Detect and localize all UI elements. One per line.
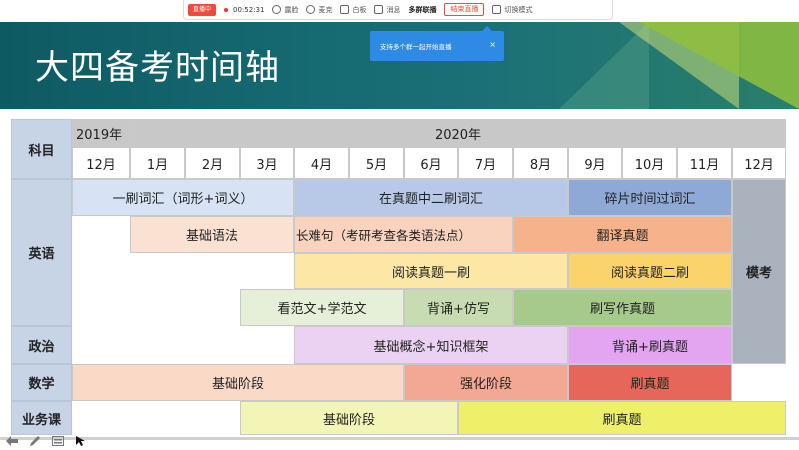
block-essay-model: 看范文+学范文: [240, 289, 404, 326]
live-toolbar: 直播中 00:52:31 露脸 麦克 白板 消息 多群联播 结束直播 切换模式: [183, 0, 613, 20]
block-vocab-first: 一刷词汇（词形+词义）: [72, 179, 294, 216]
subject-header: 科目: [11, 119, 72, 179]
block-math-basic: 基础阶段: [72, 364, 404, 401]
block-major-basic: 基础阶段: [240, 401, 458, 435]
month-header: 4月: [294, 147, 349, 179]
messages-button[interactable]: 消息: [374, 5, 400, 15]
slide-title: 大四备考时间轴: [35, 48, 280, 88]
month-header: 11月: [677, 147, 732, 179]
subject-politics: 政治: [11, 326, 72, 364]
block-recite-imitate: 背诵+仿写: [404, 289, 513, 326]
block-reading-second: 阅读真题二刷: [568, 253, 732, 289]
pen-tool-button[interactable]: [27, 435, 43, 447]
block-math-real: 刷真题: [568, 364, 732, 401]
slide-controls: [0, 432, 799, 450]
switch-mode-button[interactable]: 切换模式: [492, 5, 532, 15]
mouse-cursor-icon: [76, 436, 85, 446]
previous-slide-button[interactable]: [4, 435, 20, 447]
message-icon: [374, 5, 384, 14]
tooltip-text: 支持多个群一起开始直播: [380, 43, 452, 51]
month-header: 10月: [622, 147, 677, 179]
face-icon: [272, 5, 282, 14]
microphone-icon: [306, 5, 316, 14]
mouse-pointer-button[interactable]: [73, 435, 89, 447]
month-header: 2月: [185, 147, 240, 179]
camera-label: 露脸: [284, 5, 299, 14]
month-header: 1月: [130, 147, 185, 179]
whiteboard-button[interactable]: 白板: [340, 5, 366, 15]
slides-menu-button[interactable]: [50, 435, 66, 447]
month-header: 12月: [732, 147, 786, 179]
month-header: 8月: [513, 147, 568, 179]
month-header: 9月: [568, 147, 622, 179]
microphone-label: 麦克: [318, 5, 333, 14]
messages-label: 消息: [386, 5, 401, 14]
block-major-real: 刷真题: [458, 401, 786, 435]
month-header: 3月: [240, 147, 294, 179]
year-2019: 2019年: [72, 119, 130, 147]
subject-major: 业务课: [11, 401, 72, 435]
tooltip-close-icon[interactable]: ×: [489, 40, 496, 49]
camera-button[interactable]: 露脸: [272, 5, 298, 15]
month-header: 5月: [349, 147, 404, 179]
block-politics-basic: 基础概念+知识框架: [294, 326, 568, 364]
block-essay-real: 刷写作真题: [513, 289, 732, 326]
end-live-button[interactable]: 结束直播: [444, 3, 485, 16]
recording-dot-icon: [224, 7, 229, 12]
block-politics-recite: 背诵+刷真题: [568, 326, 732, 364]
multi-group-broadcast-button[interactable]: 多群联播: [408, 5, 436, 15]
whiteboard-label: 白板: [352, 5, 367, 14]
block-mock-exam: 模考: [732, 179, 786, 364]
month-header: 6月: [404, 147, 458, 179]
subject-english: 英语: [11, 179, 72, 326]
grid-icon: [492, 5, 502, 14]
year-2020: 2020年: [130, 119, 786, 147]
block-long-sentence: 长难句（考研考查各类语法点）: [294, 216, 513, 253]
block-grammar: 基础语法: [130, 216, 294, 253]
live-status-badge: 直播中: [188, 3, 217, 16]
subject-math: 数学: [11, 364, 72, 401]
slides-icon: [52, 436, 64, 446]
block-vocab-second: 在真题中二刷词汇: [294, 179, 568, 216]
block-vocab-fragment: 碎片时间过词汇: [568, 179, 732, 216]
arrow-left-icon: [6, 436, 18, 446]
timeline-table: 科目 2019年 2020年 12月 1月 2月 3月 4月 5月 6月 7月 …: [11, 119, 786, 435]
block-math-strengthen: 强化阶段: [404, 364, 568, 401]
live-screen: 直播中 00:52:31 露脸 麦克 白板 消息 多群联播 结束直播 切换模式 …: [0, 0, 799, 450]
switch-mode-label: 切换模式: [504, 5, 533, 14]
whiteboard-icon: [340, 5, 350, 14]
multi-group-tooltip: 支持多个群一起开始直播 ×: [370, 26, 504, 61]
pen-icon: [30, 436, 40, 446]
month-header: 7月: [458, 147, 513, 179]
live-timer: 00:52:31: [233, 5, 265, 14]
block-reading-first: 阅读真题一刷: [294, 253, 568, 289]
block-translation: 翻译真题: [513, 216, 732, 253]
month-header: 12月: [72, 147, 130, 179]
microphone-button[interactable]: 麦克: [306, 5, 332, 15]
header-decoration: [639, 22, 799, 109]
